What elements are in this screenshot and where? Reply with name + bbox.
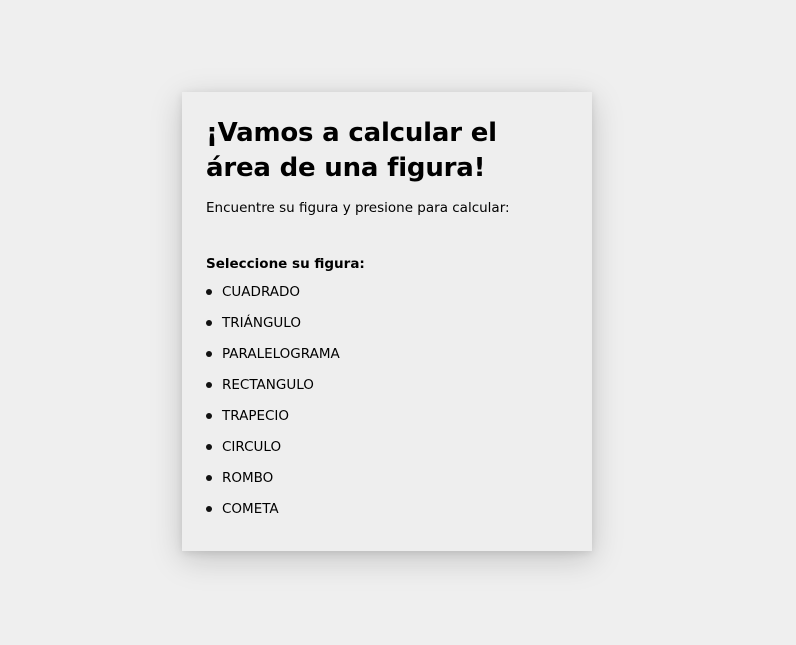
shape-label: TRAPECIO bbox=[222, 408, 290, 424]
shape-calculator-card: ¡Vamos a calcular el área de una figura!… bbox=[182, 92, 592, 551]
bullet-icon bbox=[206, 320, 212, 326]
bullet-icon bbox=[206, 475, 212, 481]
shape-item-circulo[interactable]: CIRCULO bbox=[206, 437, 568, 468]
shape-label: TRIÁNGULO bbox=[222, 315, 301, 331]
bullet-icon bbox=[206, 413, 212, 419]
shape-label: RECTANGULO bbox=[222, 377, 314, 393]
select-shape-label: Seleccione su figura: bbox=[206, 256, 365, 272]
shape-item-triangulo[interactable]: TRIÁNGULO bbox=[206, 313, 568, 344]
bullet-icon bbox=[206, 444, 212, 450]
bullet-icon bbox=[206, 506, 212, 512]
shape-item-rombo[interactable]: ROMBO bbox=[206, 468, 568, 499]
page-title: ¡Vamos a calcular el área de una figura! bbox=[206, 118, 497, 183]
shape-item-paralelograma[interactable]: PARALELOGRAMA bbox=[206, 344, 568, 375]
bullet-icon bbox=[206, 382, 212, 388]
bullet-icon bbox=[206, 351, 212, 357]
shape-label: COMETA bbox=[222, 501, 279, 517]
shape-item-trapecio[interactable]: TRAPECIO bbox=[206, 406, 568, 437]
shape-label: ROMBO bbox=[222, 470, 274, 486]
shape-list: CUADRADO TRIÁNGULO PARALELOGRAMA RECTANG… bbox=[206, 282, 568, 530]
shape-item-cometa[interactable]: COMETA bbox=[206, 499, 568, 530]
instructions-text: Encuentre su figura y presione para calc… bbox=[206, 200, 510, 216]
shape-item-cuadrado[interactable]: CUADRADO bbox=[206, 282, 568, 313]
shape-label: CIRCULO bbox=[222, 439, 282, 455]
bullet-icon bbox=[206, 289, 212, 295]
shape-label: PARALELOGRAMA bbox=[222, 346, 340, 362]
shape-item-rectangulo[interactable]: RECTANGULO bbox=[206, 375, 568, 406]
shape-label: CUADRADO bbox=[222, 284, 301, 300]
